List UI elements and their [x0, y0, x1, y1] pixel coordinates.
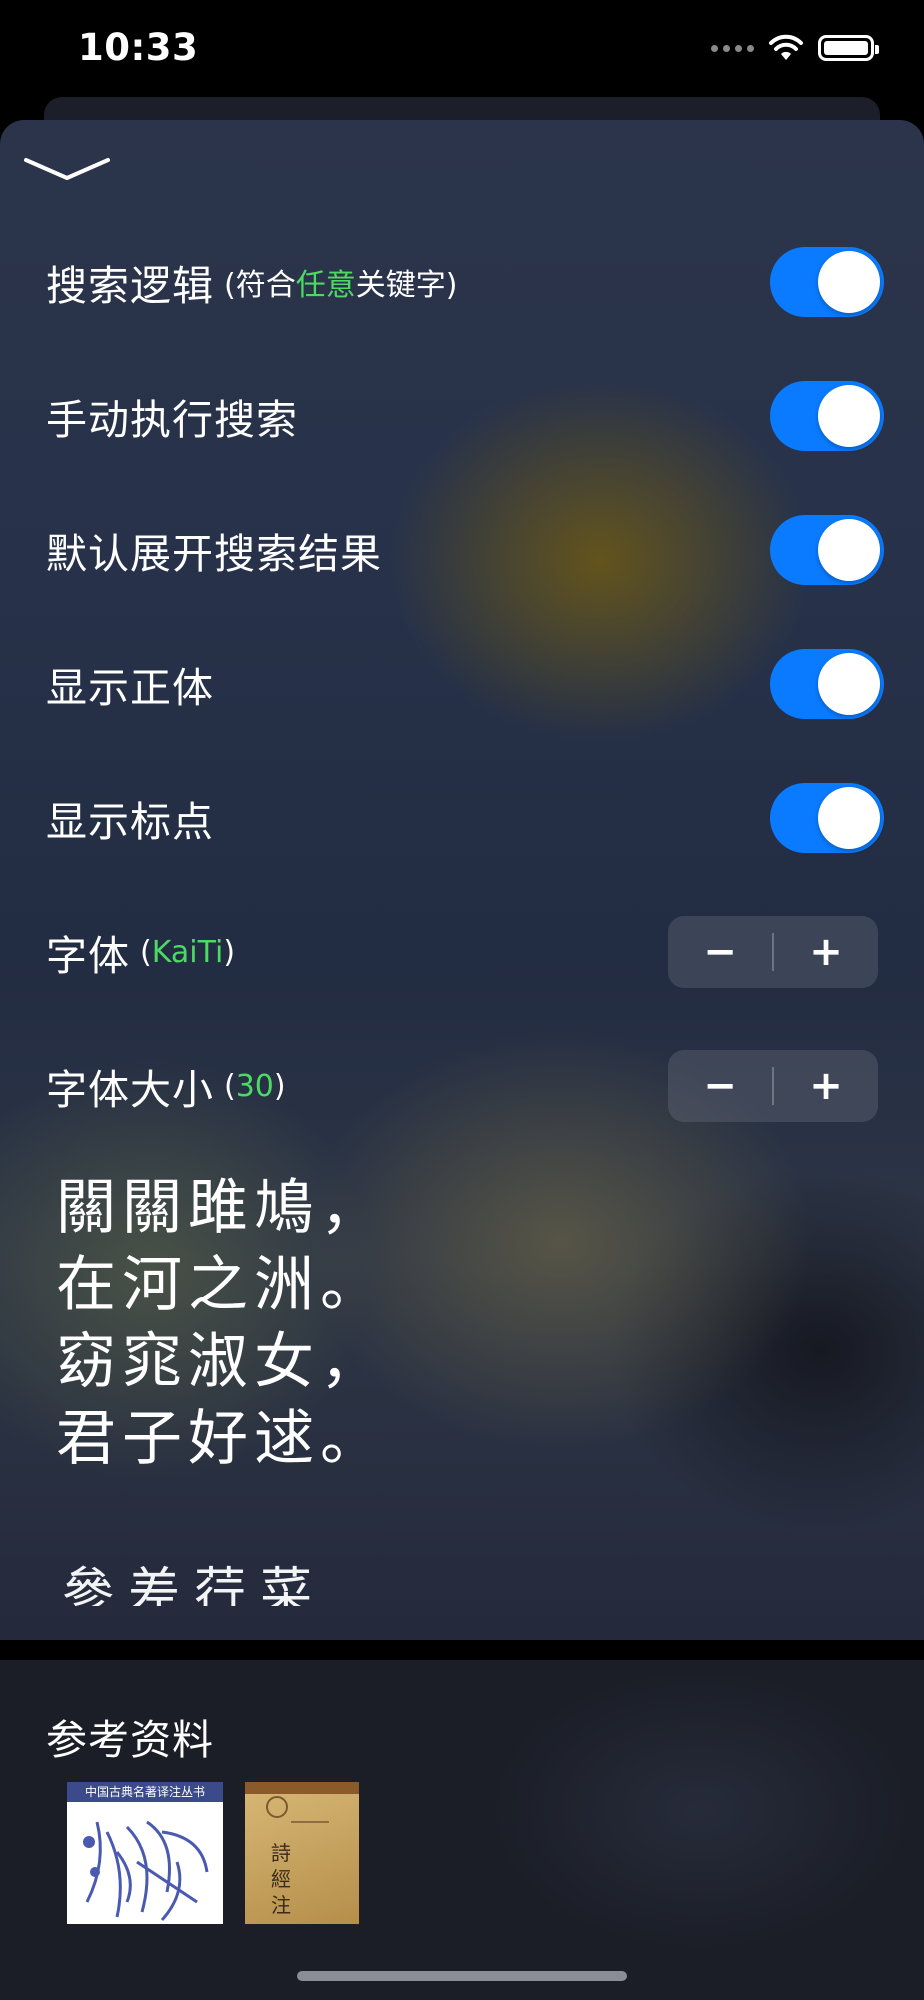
font-paren-close: ) — [223, 934, 236, 970]
font-preview-text: 關關雎鳩， 在河之洲。 窈窕淑女， 君子好逑。 — [56, 1170, 386, 1478]
preview-next-line: 參差荇菜 — [62, 1563, 327, 1606]
font-next-button[interactable]: + — [774, 916, 878, 988]
battery-icon — [818, 35, 879, 61]
font-size-paren-close: ) — [273, 1068, 286, 1104]
preview-line: 君子好逑。 — [56, 1404, 386, 1474]
phoenix-illustration-icon — [83, 1820, 209, 1921]
setting-show-traditional: 显示正体 — [46, 644, 882, 724]
font-previous-button[interactable]: − — [668, 916, 772, 988]
search-logic-sub-open: (符合 — [224, 268, 296, 303]
font-size-label: 字体大小 — [46, 1066, 214, 1114]
font-size-value-group: (30) — [224, 1069, 286, 1104]
show-traditional-toggle[interactable] — [770, 649, 884, 719]
show-traditional-label: 显示正体 — [46, 664, 214, 712]
reference-book-cover[interactable]: 詩經注 — [245, 1782, 359, 1924]
search-logic-toggle[interactable] — [770, 247, 884, 317]
search-logic-label: 搜索逻辑 — [46, 262, 214, 310]
preview-line: 關關雎鳩， — [56, 1173, 386, 1243]
setting-manual-search: 手动执行搜索 — [46, 376, 882, 456]
manual-search-label: 手动执行搜索 — [46, 396, 298, 444]
expand-results-toggle[interactable] — [770, 515, 884, 585]
toggle-knob — [818, 519, 880, 581]
wifi-icon — [769, 34, 803, 60]
setting-search-logic: 搜索逻辑 (符合任意关键字) — [46, 242, 882, 322]
book-emblem-icon — [266, 1796, 329, 1823]
show-punctuation-label: 显示标点 — [46, 798, 214, 846]
toggle-knob — [818, 653, 880, 715]
cellular-signal-icon — [711, 44, 754, 52]
expand-results-label: 默认展开搜索结果 — [46, 530, 382, 578]
setting-expand-results: 默认展开搜索结果 — [46, 510, 882, 590]
reference-book-cover[interactable]: 中国古典名著译注丛书 — [67, 1782, 223, 1924]
font-stepper: − + — [668, 916, 878, 988]
show-punctuation-toggle[interactable] — [770, 783, 884, 853]
toggle-knob — [818, 251, 880, 313]
font-paren-open: ( — [140, 934, 152, 970]
references-title: 参考资料 — [46, 1716, 214, 1764]
status-bar: 10:33 — [0, 0, 924, 110]
font-size-value: 30 — [235, 1068, 274, 1104]
font-size-paren-open: ( — [224, 1068, 236, 1104]
toggle-knob — [818, 385, 880, 447]
preview-line: 窈窕淑女， — [56, 1327, 386, 1397]
search-logic-description: (符合任意关键字) — [224, 260, 457, 304]
font-value: KaiTi — [151, 934, 224, 970]
book-top-band — [245, 1782, 359, 1794]
home-indicator[interactable] — [297, 1971, 627, 1981]
book-series-band: 中国古典名著译注丛书 — [67, 1782, 223, 1802]
chevron-down-icon[interactable] — [22, 148, 112, 188]
book-title: 詩經注 — [271, 1841, 291, 1917]
search-logic-mode[interactable]: 任意 — [296, 268, 356, 303]
manual-search-toggle[interactable] — [770, 381, 884, 451]
font-size-stepper: − + — [668, 1050, 878, 1122]
references-section: 参考资料 中国古典名著译注丛书 詩經注 — [0, 1660, 924, 2000]
setting-show-punctuation: 显示标点 — [46, 778, 882, 858]
preview-line: 在河之洲。 — [56, 1250, 386, 1320]
toggle-knob — [818, 787, 880, 849]
font-label: 字体 — [46, 932, 130, 980]
settings-sheet: 搜索逻辑 (符合任意关键字) 手动执行搜索 默认展开搜索结果 显示正体 显示标点… — [0, 120, 924, 1640]
status-time: 10:33 — [78, 26, 199, 69]
search-logic-sub-close: 关键字) — [355, 268, 458, 303]
font-size-decrease-button[interactable]: − — [668, 1050, 772, 1122]
status-icons — [711, 34, 879, 62]
font-value-group: (KaiTi) — [140, 935, 235, 970]
font-size-increase-button[interactable]: + — [774, 1050, 878, 1122]
